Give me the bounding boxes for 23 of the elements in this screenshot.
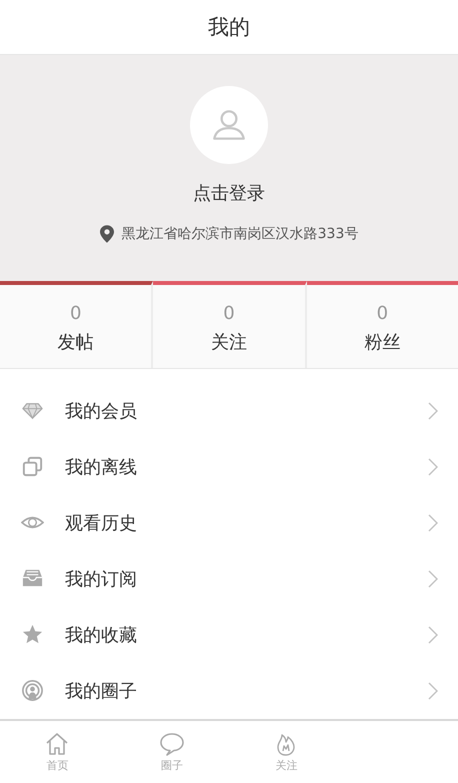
chevron-right-icon [428, 402, 438, 420]
speech-bubble-icon [158, 730, 185, 757]
menu-item[interactable]: 我的会员 [0, 382, 458, 439]
folders-icon [21, 455, 44, 478]
location-pin-icon [100, 225, 114, 244]
page-title: 我的 [208, 14, 250, 42]
menu-item[interactable]: 我的圈子 [0, 662, 458, 719]
chevron-right-icon [428, 570, 438, 588]
menu-item[interactable]: 我的离线 [0, 438, 458, 495]
stat-tab[interactable]: 0 发帖 [0, 280, 154, 368]
broadcast-icon [21, 679, 44, 702]
stat-tab[interactable]: 0 粉丝 [306, 280, 458, 368]
address-text: 黑龙江省哈尔滨市南岗区汉水路333号 [122, 225, 358, 244]
house-icon [44, 730, 70, 757]
login-link[interactable]: 点击登录 [193, 181, 265, 206]
menu-item[interactable]: 观看历史 [0, 494, 458, 551]
chevron-right-icon [428, 626, 438, 644]
stat-tab[interactable]: 0 关注 [153, 280, 307, 368]
chevron-right-icon [428, 458, 438, 476]
menu-item[interactable]: 我的收藏 [0, 606, 458, 663]
chevron-right-icon [428, 514, 438, 532]
menu-item[interactable]: 我的订阅 [0, 550, 458, 607]
chevron-right-icon [428, 682, 438, 700]
